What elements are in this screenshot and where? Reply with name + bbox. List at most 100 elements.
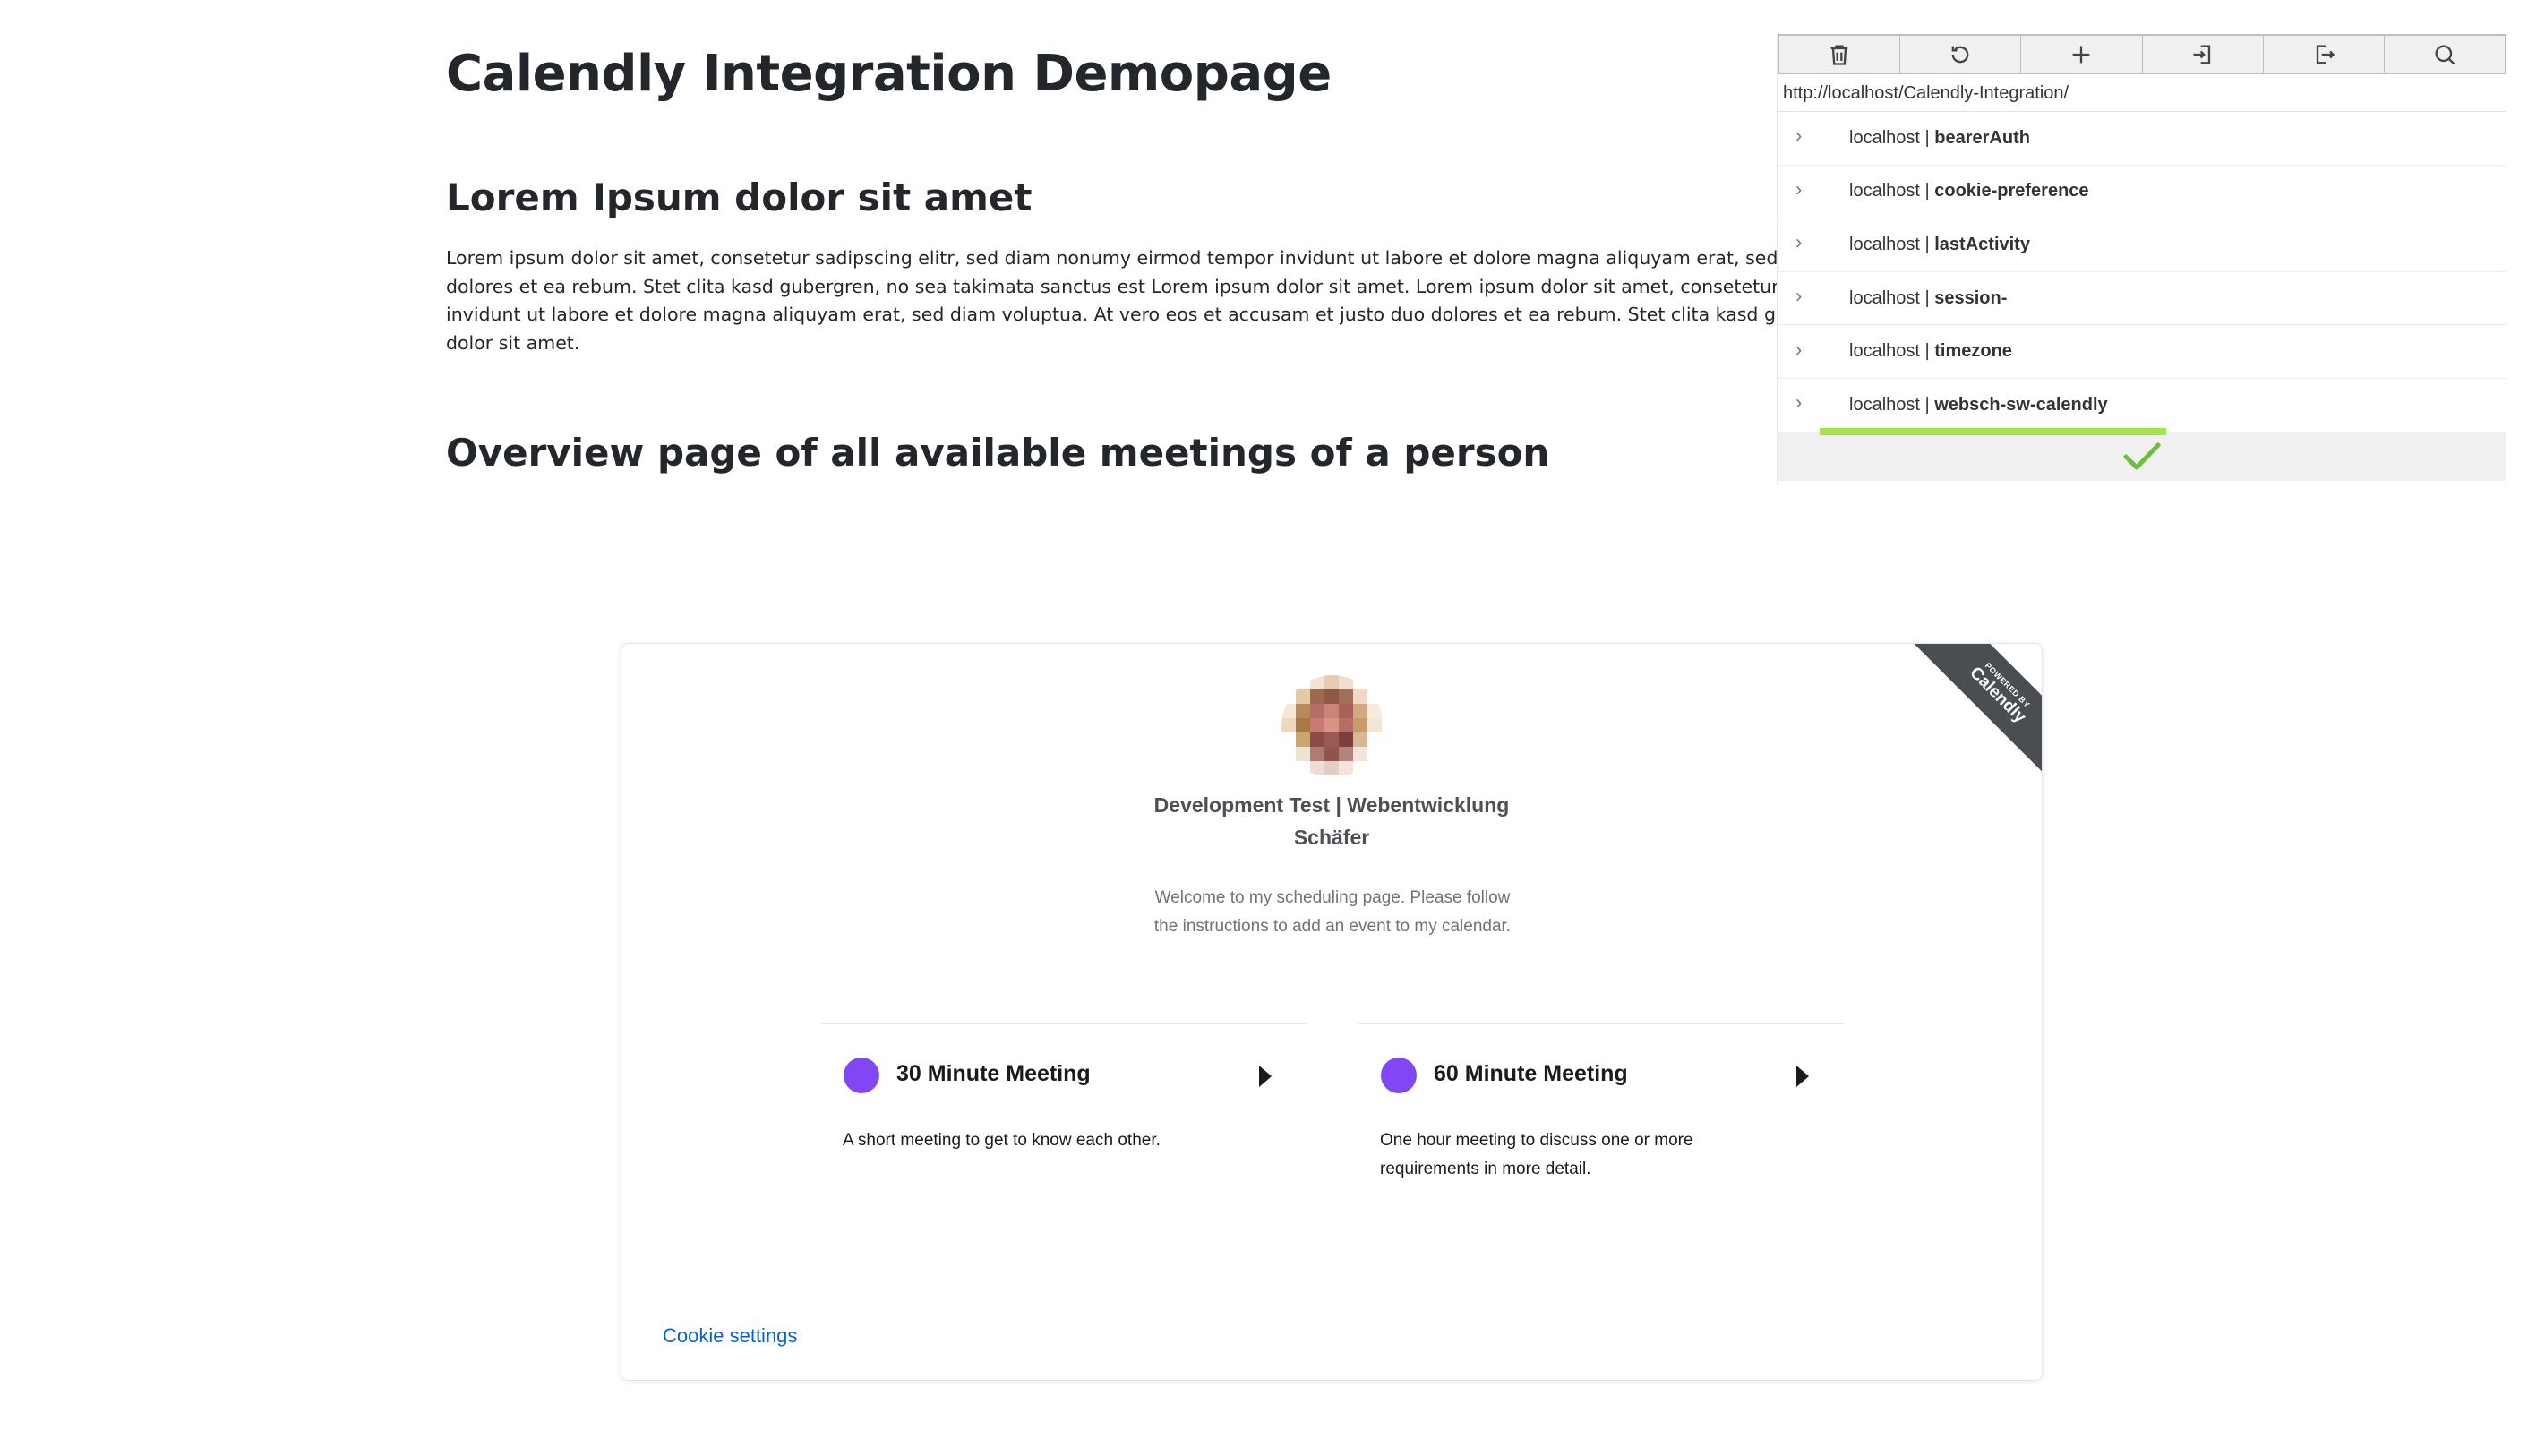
avatar-pixel xyxy=(1296,747,1310,761)
avatar-pixel xyxy=(1310,732,1324,747)
avatar-pixel xyxy=(1296,732,1310,747)
ribbon-band: POWERED BY Calendly xyxy=(1898,644,2042,791)
cookie-list: › localhost | bearerAuth › localhost | cook… xyxy=(1778,112,2506,435)
delete-all-button[interactable] xyxy=(1779,36,1901,73)
avatar xyxy=(1281,675,1384,777)
avatar-pixel xyxy=(1339,718,1353,732)
cookie-name: cookie-preference xyxy=(1934,181,2089,201)
avatar-pixel xyxy=(1353,675,1367,689)
avatar-pixel xyxy=(1296,761,1310,775)
cookie-label: localhost | session- xyxy=(1849,288,2007,309)
event-title: 30 Minute Meeting xyxy=(896,1061,1091,1086)
cookie-label: localhost | cookie-preference xyxy=(1849,181,2089,201)
chevron-right-icon[interactable]: › xyxy=(1795,338,1802,361)
paragraph-line: invidunt ut labore et dolore magna aliqu… xyxy=(446,304,1848,325)
event-description: One hour meeting to discuss one or more … xyxy=(1380,1131,1693,1178)
cookie-host: localhost | xyxy=(1849,234,1935,254)
avatar-pixel xyxy=(1296,675,1310,689)
cookie-host: localhost | xyxy=(1849,181,1935,201)
avatar-pixel xyxy=(1367,732,1382,747)
refresh-button[interactable] xyxy=(1900,36,2022,73)
avatar-pixel xyxy=(1367,675,1382,689)
search-icon xyxy=(2435,45,2455,64)
cookie-row[interactable]: › localhost | bearerAuth xyxy=(1778,112,2506,166)
avatar-pixel xyxy=(1353,718,1367,732)
chevron-right-icon[interactable]: › xyxy=(1795,124,1802,148)
search-button[interactable] xyxy=(2385,36,2505,73)
cookie-row[interactable]: › localhost | session- xyxy=(1778,272,2506,326)
welcome-text: Welcome to my scheduling page. Please fo… xyxy=(1153,888,1512,936)
import-button[interactable] xyxy=(2143,36,2264,73)
avatar-pixel xyxy=(1310,761,1324,775)
avatar-pixel xyxy=(1310,718,1324,732)
cookie-row[interactable]: › localhost | timezone xyxy=(1778,325,2506,379)
import-icon xyxy=(2193,45,2210,64)
cookie-host: localhost | xyxy=(1849,394,1935,415)
cookie-name: timezone xyxy=(1934,341,2012,362)
event-color-dot xyxy=(1381,1058,1417,1093)
avatar-pixel xyxy=(1353,732,1367,747)
cookie-host: localhost | xyxy=(1849,341,1935,362)
event-color-dot xyxy=(844,1058,879,1093)
avatar-pixel xyxy=(1324,689,1339,704)
caret-right-icon xyxy=(1796,1066,1809,1087)
avatar-pixel xyxy=(1324,675,1339,689)
add-cookie-button[interactable] xyxy=(2021,36,2143,73)
section-heading-overview: Overview page of all available meetings … xyxy=(446,431,1550,475)
avatar-pixel xyxy=(1367,718,1382,732)
avatar-pixel xyxy=(1353,689,1367,704)
avatar-pixel xyxy=(1324,718,1339,732)
owner-name: Development Test | Webentwicklung Schäfe… xyxy=(621,789,2042,853)
event-description: A short meeting to get to know each othe… xyxy=(843,1131,1161,1150)
chevron-right-icon[interactable]: › xyxy=(1795,284,1802,307)
event-divider xyxy=(821,1023,1307,1024)
avatar-pixel xyxy=(1339,761,1353,775)
chevron-right-icon[interactable]: › xyxy=(1795,391,1802,415)
avatar-pixel xyxy=(1367,761,1382,775)
checkmark-icon xyxy=(2123,442,2161,470)
cookie-editor-panel: http://localhost/Calendly-Integration/ ›… xyxy=(1777,34,2506,484)
export-icon xyxy=(2316,45,2335,64)
export-button[interactable] xyxy=(2264,36,2385,73)
avatar-pixel xyxy=(1367,704,1382,718)
avatar-pixel xyxy=(1281,675,1296,689)
section-heading-lorem: Lorem Ipsum dolor sit amet xyxy=(446,176,1033,219)
avatar-pixel xyxy=(1281,704,1296,718)
avatar-pixel xyxy=(1281,732,1296,747)
avatar-pixel xyxy=(1296,704,1310,718)
cookie-name: lastActivity xyxy=(1934,234,2030,254)
cookie-row[interactable]: › localhost | lastActivity xyxy=(1778,218,2506,272)
avatar-pixel xyxy=(1310,675,1324,689)
cookie-status-bar xyxy=(1778,432,2506,481)
owner-name-line: Schäfer xyxy=(1293,826,1370,849)
cookie-url-field[interactable]: http://localhost/Calendly-Integration/ xyxy=(1778,74,2506,112)
trash-icon xyxy=(1830,45,1848,65)
cookie-label: localhost | lastActivity xyxy=(1849,235,2030,255)
chevron-right-icon[interactable]: › xyxy=(1795,231,1802,254)
refresh-icon xyxy=(1951,46,1969,63)
event-title: 60 Minute Meeting xyxy=(1434,1061,1628,1086)
avatar-pixel xyxy=(1296,689,1310,704)
avatar-pixel xyxy=(1310,747,1324,761)
avatar-pixel xyxy=(1353,761,1367,775)
cookie-row[interactable]: › localhost | websch-sw-calendly xyxy=(1778,379,2506,435)
cookie-row[interactable]: › localhost | cookie-preference xyxy=(1778,166,2506,219)
avatar-pixel xyxy=(1324,747,1339,761)
avatar-pixel xyxy=(1281,761,1296,775)
avatar-pixel xyxy=(1339,704,1353,718)
powered-by-calendly-badge[interactable]: POWERED BY Calendly xyxy=(1893,644,2042,791)
paragraph-line: dolor sit amet. xyxy=(446,331,580,354)
avatar-pixel xyxy=(1367,689,1382,704)
cookie-host: localhost | xyxy=(1849,287,1935,308)
avatar-pixel xyxy=(1339,689,1353,704)
plus-icon xyxy=(2073,46,2090,63)
caret-right-icon xyxy=(1259,1066,1272,1087)
paragraph-line: dolores et ea rebum. Stet clita kasd gub… xyxy=(446,275,1844,297)
avatar-pixel xyxy=(1339,675,1353,689)
cookie-label: localhost | websch-sw-calendly xyxy=(1849,395,2108,415)
chevron-right-icon[interactable]: › xyxy=(1795,177,1802,201)
cookie-name: websch-sw-calendly xyxy=(1934,394,2108,415)
event-divider xyxy=(1358,1023,1844,1024)
avatar-pixel xyxy=(1296,718,1310,732)
cookie-settings-link[interactable]: Cookie settings xyxy=(663,1324,797,1348)
